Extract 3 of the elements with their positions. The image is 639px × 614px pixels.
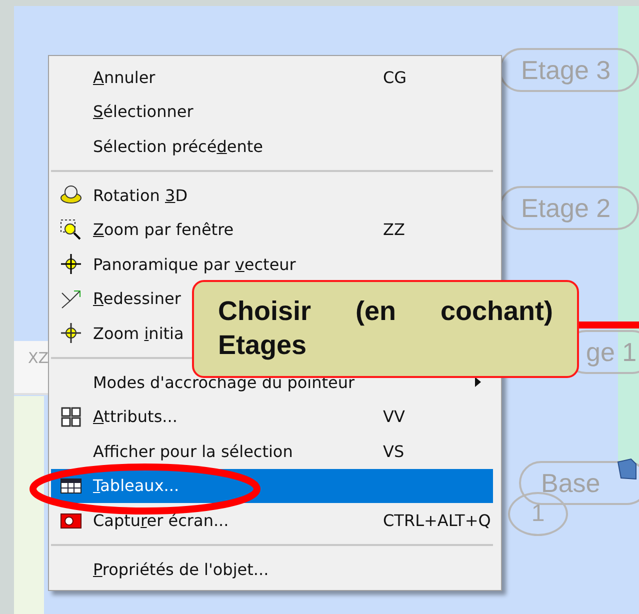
toolbar-text: XZ <box>28 349 49 367</box>
axis-marker: 1 <box>508 492 568 536</box>
hint-tooltip: Choisir (en cochant) Etages <box>192 280 579 378</box>
